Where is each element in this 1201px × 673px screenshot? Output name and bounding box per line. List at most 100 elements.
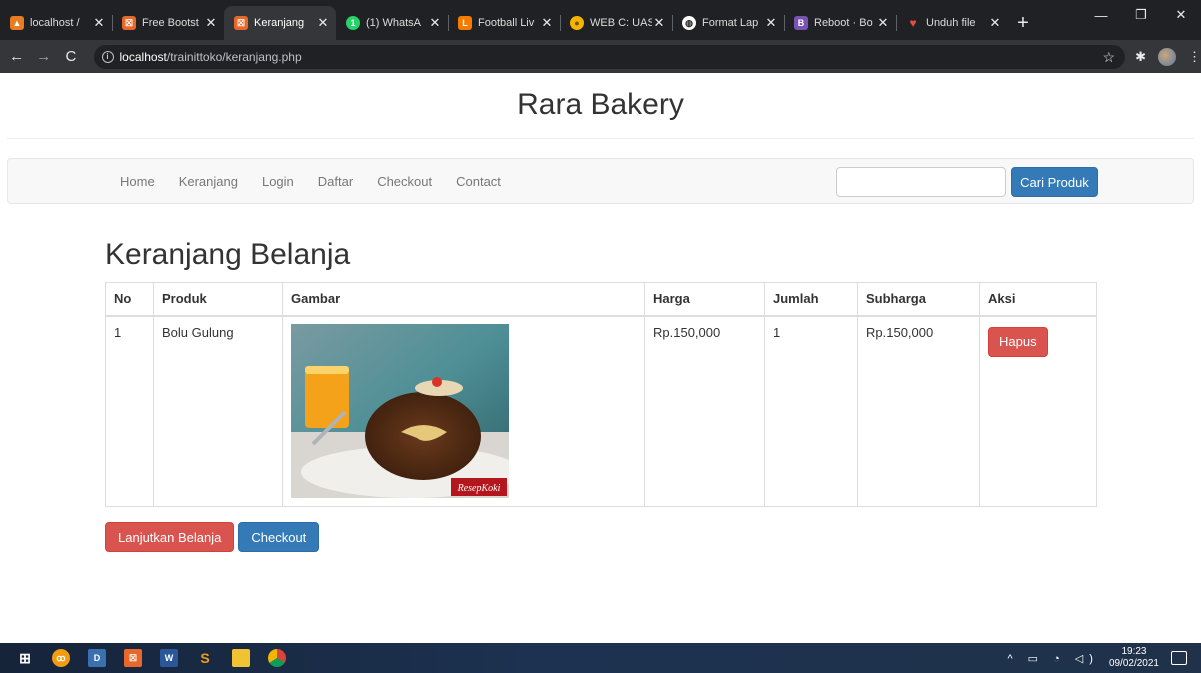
column-header-harga: Harga [644,282,765,317]
nav-link-home[interactable]: Home [108,174,167,189]
close-tab-icon[interactable]: ✕ [876,15,890,31]
table-header-row: No Produk Gambar Harga Jumlah Subharga A… [105,282,1097,317]
windows-start-icon[interactable]: ⊞ [16,649,34,667]
cell-subtotal: Rp.150,000 [857,315,980,507]
window-controls: — ❐ ✕ [1081,0,1201,30]
checkout-button[interactable]: Checkout [238,522,320,552]
moodle-icon: ● [570,16,584,30]
cell-quantity: 1 [764,315,858,507]
close-tab-icon[interactable]: ✕ [764,15,778,31]
close-tab-icon[interactable]: ✕ [540,15,554,31]
column-header-subharga: Subharga [857,282,980,317]
address-toolbar: ← → C i localhost/trainittoko/keranjang.… [0,40,1201,73]
clock-date: 09/02/2021 [1108,658,1159,669]
delete-item-button[interactable]: Hapus [988,326,1048,357]
main-navbar: Home Keranjang Login Daftar Checkout Con… [7,158,1194,204]
cart-table: No Produk Gambar Harga Jumlah Subharga A… [105,282,1097,507]
bookmark-star-icon[interactable]: ☆ [1103,49,1116,66]
site-title: Rara Bakery [517,88,684,121]
close-tab-icon[interactable]: ✕ [988,15,1002,31]
restore-button[interactable]: ❐ [1121,0,1161,30]
globe-icon: ◍ [682,16,696,30]
site-favicon-icon: ☒ [234,16,248,30]
browser-tab-strip: ▲ localhost / ✕ ☒ Free Bootst ✕ ☒ Keranj… [0,0,1201,40]
reload-icon[interactable]: C [60,48,81,65]
codeigniter-app-icon[interactable]: ☒ [124,649,142,667]
search-product-button[interactable]: Cari Produk [1011,167,1098,197]
cell-product-name: Bolu Gulung [153,315,283,507]
chrome-icon[interactable] [268,649,286,667]
tray-icons[interactable]: ^ ▭ ◔ ◁) [1007,652,1099,665]
browser-tab-active[interactable]: ☒ Keranjang ✕ [224,6,336,40]
minimize-button[interactable]: — [1081,0,1121,30]
page-title: Keranjang Belanja [105,238,351,271]
column-header-aksi: Aksi [979,282,1097,317]
column-header-produk: Produk [153,282,283,317]
tab-title: Keranjang [254,17,305,29]
tab-title: Unduh file [926,17,976,29]
cell-price: Rp.150,000 [644,315,765,507]
close-tab-icon[interactable]: ✕ [652,15,666,31]
browser-tab[interactable]: ☒ Free Bootst ✕ [112,6,224,40]
nav-link-contact[interactable]: Contact [444,174,513,189]
browser-menu-icon[interactable]: ⋮ [1188,49,1201,65]
cell-product-image: ResepKoki [282,315,645,507]
nav-link-login[interactable]: Login [250,174,306,189]
cell-actions: Hapus [979,315,1097,507]
continue-shopping-button[interactable]: Lanjutkan Belanja [105,522,235,552]
codeigniter-icon: ☒ [122,16,136,30]
column-header-no: No [105,282,154,317]
football-icon: L [458,16,472,30]
browser-tab[interactable]: ● WEB C: UAS ✕ [560,6,672,40]
cart-actions: Lanjutkan Belanja Checkout [105,522,320,552]
back-arrow-icon[interactable]: ← [6,48,27,65]
url-path: /trainittoko/keranjang.php [166,49,302,64]
url-bar[interactable]: i localhost/trainittoko/keranjang.php ☆ [93,44,1126,69]
tab-title: Free Bootst [142,17,199,29]
whatsapp-icon: 1 [346,16,360,30]
dev-cpp-icon[interactable]: D [88,649,106,667]
system-tray: ^ ▭ ◔ ◁) 19:23 09/02/2021 [1007,643,1201,673]
column-header-jumlah: Jumlah [764,282,858,317]
xampp-app-icon[interactable]: ꝏ [52,649,70,667]
nav-link-keranjang[interactable]: Keranjang [167,174,250,189]
column-header-gambar: Gambar [282,282,645,317]
browser-tab[interactable]: L Football Liv ✕ [448,6,560,40]
tab-title: localhost / [30,17,80,29]
sublime-text-icon[interactable]: S [196,649,214,667]
product-image-bolu-gulung: ResepKoki [291,323,509,498]
tab-title: (1) WhatsA [366,17,422,29]
close-tab-icon[interactable]: ✕ [428,15,442,31]
file-explorer-icon[interactable] [232,649,250,667]
product-search-input[interactable] [836,167,1006,197]
browser-tab[interactable]: B Reboot · Bo ✕ [784,6,896,40]
browser-tab[interactable]: ◍ Format Lap ✕ [672,6,784,40]
close-tab-icon[interactable]: ✕ [92,15,106,31]
tab-title: WEB C: UAS [590,17,652,29]
tab-title: Format Lap [702,17,759,29]
nav-link-checkout[interactable]: Checkout [365,174,444,189]
browser-tab[interactable]: ♥ Unduh file ✕ [896,6,1008,40]
browser-tab[interactable]: ▲ localhost / ✕ [0,6,112,40]
url-host: localhost [119,49,167,64]
tab-title: Reboot · Bo [814,17,873,29]
image-watermark: ResepKoki [457,483,501,494]
notification-center-icon[interactable] [1171,651,1187,665]
table-row: 1 Bolu Gulung ResepKoki Rp.150,000 1 Rp.… [105,315,1097,507]
tab-title: Football Liv [478,17,535,29]
browser-tab[interactable]: 1 (1) WhatsA ✕ [336,6,448,40]
profile-avatar[interactable] [1158,47,1177,66]
forward-arrow-icon[interactable]: → [33,48,54,65]
site-info-icon[interactable]: i [101,50,114,63]
cell-no: 1 [105,315,154,507]
heart-icon: ♥ [909,16,917,30]
close-tab-icon[interactable]: ✕ [316,15,330,31]
word-icon[interactable]: W [160,649,178,667]
new-tab-button[interactable]: + [1008,6,1038,40]
close-window-button[interactable]: ✕ [1161,0,1201,30]
close-tab-icon[interactable]: ✕ [204,15,218,31]
extensions-puzzle-icon[interactable]: ✱ [1135,49,1146,65]
clock[interactable]: 19:23 09/02/2021 [1109,646,1159,670]
bootstrap-icon: B [794,16,808,30]
nav-link-daftar[interactable]: Daftar [306,174,365,189]
